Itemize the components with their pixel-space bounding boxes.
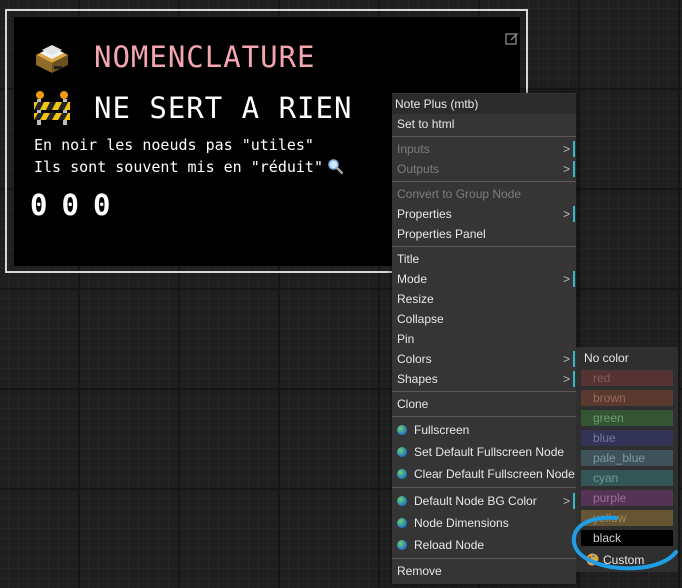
- menu-item-label: Fullscreen: [414, 423, 470, 437]
- globe-icon: [397, 540, 407, 550]
- heading-ne-sert-a-rien: NE SERT A RIEN: [94, 91, 353, 125]
- chevron-right-icon: >: [563, 349, 576, 369]
- menu-item-remove[interactable]: Remove: [397, 561, 576, 581]
- menu-item-label: Properties: [397, 207, 452, 221]
- menu-item-set-default-fullscreen-node[interactable]: Set Default Fullscreen Node: [397, 442, 576, 462]
- globe-icon: [397, 469, 407, 479]
- menu-item-convert-to-group-node: Convert to Group Node: [397, 187, 522, 201]
- counter-value: 0: [92, 188, 113, 222]
- menu-item-label: Outputs: [397, 162, 440, 176]
- menu-item-shapes[interactable]: Shapes >: [397, 369, 576, 389]
- menu-item-clear-default-fullscreen-node[interactable]: Clear Default Fullscreen Node: [397, 464, 576, 484]
- color-option-blue[interactable]: blue: [581, 430, 673, 446]
- colors-submenu: No color red brown green blue pale_blue …: [576, 347, 678, 572]
- note-line-1: En noir les noeuds pas "utiles": [34, 136, 314, 154]
- menu-item-fullscreen[interactable]: Fullscreen: [397, 420, 576, 440]
- menu-item-label: Default Node BG Color: [414, 494, 537, 508]
- globe-icon: [397, 496, 407, 506]
- chevron-right-icon: >: [563, 139, 576, 159]
- menu-item-label: Inputs: [397, 142, 430, 156]
- chevron-right-icon: >: [563, 369, 576, 389]
- menu-separator: [392, 246, 576, 247]
- color-option-no-color[interactable]: No color: [584, 351, 629, 365]
- menu-item-label: Clear Default Fullscreen Node: [414, 467, 575, 481]
- menu-item-pin[interactable]: Pin: [397, 329, 576, 349]
- context-menu-title: Note Plus (mtb): [392, 94, 576, 114]
- color-option-custom[interactable]: Custom: [586, 553, 644, 567]
- counters: 000: [30, 188, 124, 222]
- chevron-right-icon: >: [563, 204, 576, 224]
- menu-item-set-to-html[interactable]: Set to html: [397, 114, 576, 134]
- menu-separator: [392, 181, 576, 182]
- menu-item-label: Shapes: [397, 372, 438, 386]
- edit-icon[interactable]: [505, 31, 519, 45]
- menu-item-title[interactable]: Title: [397, 249, 576, 269]
- menu-separator: [392, 558, 576, 559]
- chevron-right-icon: >: [563, 491, 576, 511]
- node-context-menu: Note Plus (mtb) Set to html Inputs > Outp…: [392, 93, 576, 584]
- menu-item-collapse[interactable]: Collapse: [397, 309, 576, 329]
- construction-barrier-icon: [34, 91, 70, 125]
- menu-item-node-dimensions[interactable]: Node Dimensions: [397, 513, 576, 533]
- heading-line-1: NOMENCLATURE: [32, 39, 316, 75]
- globe-icon: [397, 447, 407, 457]
- color-option-green[interactable]: green: [581, 410, 673, 426]
- menu-item-outputs: Outputs >: [397, 159, 576, 179]
- menu-separator: [392, 391, 576, 392]
- note-line-2: Ils sont souvent mis en "réduit": [34, 158, 343, 176]
- menu-item-reload-node[interactable]: Reload Node: [397, 535, 576, 555]
- menu-item-label: Reload Node: [414, 538, 485, 552]
- color-option-brown[interactable]: brown: [581, 390, 673, 406]
- menu-item-properties-panel[interactable]: Properties Panel: [397, 224, 576, 244]
- counter-value: 0: [61, 188, 81, 222]
- chevron-right-icon: >: [563, 269, 576, 289]
- note-line-2-text: Ils sont souvent mis en "réduit": [34, 158, 323, 176]
- menu-item-default-node-bg-color[interactable]: Default Node BG Color >: [397, 491, 576, 511]
- menu-item-resize[interactable]: Resize: [397, 289, 576, 309]
- heading-line-2: NE SERT A RIEN: [32, 90, 352, 126]
- menu-item-label: Node Dimensions: [414, 516, 509, 530]
- menu-item-label: Colors: [397, 352, 432, 366]
- menu-item-label: Set Default Fullscreen Node: [414, 445, 565, 459]
- menu-item-clone[interactable]: Clone: [397, 394, 576, 414]
- magnifying-glass-icon: [328, 159, 343, 174]
- heading-nomenclature: NOMENCLATURE: [94, 40, 316, 74]
- color-option-pale-blue[interactable]: pale_blue: [581, 450, 673, 466]
- color-option-yellow[interactable]: yellow: [581, 510, 673, 526]
- chevron-right-icon: >: [563, 159, 576, 179]
- menu-item-label: Mode: [397, 272, 428, 286]
- counter-value: 0: [30, 188, 50, 222]
- card-file-box-icon: [36, 45, 68, 73]
- color-option-purple[interactable]: purple: [581, 490, 673, 506]
- menu-separator: [392, 136, 576, 137]
- color-option-cyan[interactable]: cyan: [581, 470, 673, 486]
- menu-item-mode[interactable]: Mode >: [397, 269, 576, 289]
- menu-separator: [392, 487, 576, 488]
- palette-icon: [586, 553, 599, 566]
- menu-item-inputs: Inputs >: [397, 139, 576, 159]
- menu-separator: [392, 416, 576, 417]
- color-option-black[interactable]: black: [581, 530, 673, 546]
- menu-item-colors[interactable]: Colors >: [397, 349, 576, 369]
- menu-item-properties[interactable]: Properties >: [397, 204, 576, 224]
- globe-icon: [397, 425, 407, 435]
- color-option-red[interactable]: red: [581, 370, 673, 386]
- globe-icon: [397, 518, 407, 528]
- custom-label: Custom: [603, 553, 645, 567]
